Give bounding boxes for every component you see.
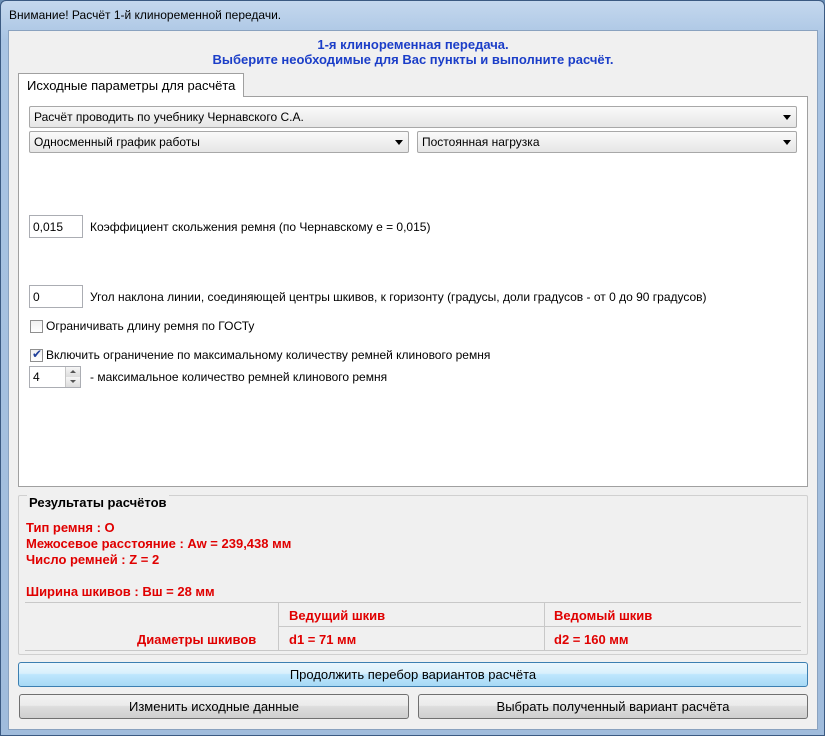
driving-diameter: d1 = 71 мм bbox=[289, 632, 357, 647]
table-mid-line bbox=[279, 626, 801, 627]
results-title: Результаты расчётов bbox=[27, 495, 169, 510]
col-driven-pulley: Ведомый шкив bbox=[554, 608, 653, 623]
chevron-down-icon bbox=[783, 115, 791, 120]
angle-input[interactable]: 0 bbox=[29, 285, 83, 308]
load-select-value: Постоянная нагрузка bbox=[422, 135, 540, 149]
max-belts-value[interactable]: 4 bbox=[33, 370, 40, 384]
chevron-down-icon bbox=[395, 140, 403, 145]
header-line-2: Выберите необходимые для Вас пункты и вы… bbox=[212, 52, 614, 67]
angle-label: Угол наклона линии, соединяющей центры ш… bbox=[90, 290, 707, 304]
center-distance: Межосевое расстояние : Aw = 239,438 мм bbox=[26, 536, 292, 551]
driven-diameter: d2 = 160 мм bbox=[554, 632, 629, 647]
spin-up-icon[interactable] bbox=[65, 367, 80, 377]
pulley-width: Ширина шкивов : Вш = 28 мм bbox=[26, 584, 215, 599]
max-belts-spinner[interactable]: 4 bbox=[29, 366, 81, 388]
belt-count: Число ремней : Z = 2 bbox=[26, 552, 160, 567]
change-input-button[interactable]: Изменить исходные данные bbox=[19, 694, 409, 719]
slip-coefficient-input[interactable]: 0,015 bbox=[29, 215, 83, 238]
textbook-select[interactable]: Расчёт проводить по учебнику Чернавского… bbox=[29, 106, 797, 128]
belt-type: Тип ремня : О bbox=[26, 520, 115, 535]
input-params-panel: Расчёт проводить по учебнику Чернавского… bbox=[18, 96, 808, 487]
row-pulley-diameters: Диаметры шкивов bbox=[137, 632, 257, 647]
textbook-select-value: Расчёт проводить по учебнику Чернавского… bbox=[34, 110, 304, 124]
col-driving-pulley: Ведущий шкив bbox=[289, 608, 386, 623]
gost-checkbox[interactable] bbox=[30, 320, 43, 333]
chevron-down-icon bbox=[783, 140, 791, 145]
table-bottom-line bbox=[25, 650, 801, 651]
spin-down-icon[interactable] bbox=[65, 377, 80, 387]
max-belts-checkbox-label[interactable]: Включить ограничение по максимальному ко… bbox=[46, 348, 490, 362]
continue-button[interactable]: Продолжить перебор вариантов расчёта bbox=[18, 662, 808, 687]
header-line-1: 1-я клиноременная передача. bbox=[317, 37, 509, 52]
window-title: Внимание! Расчёт 1-й клиноременной перед… bbox=[9, 8, 282, 22]
table-top-line bbox=[25, 602, 801, 603]
max-belts-checkbox[interactable]: ✔ bbox=[30, 347, 43, 362]
select-variant-button[interactable]: Выбрать полученный вариант расчёта bbox=[418, 694, 808, 719]
client-area: 1-я клиноременная передача. Выберите нео… bbox=[8, 30, 818, 730]
checkmark-icon: ✔ bbox=[32, 347, 43, 361]
tab-input-params[interactable]: Исходные параметры для расчёта bbox=[18, 73, 245, 97]
load-select[interactable]: Постоянная нагрузка bbox=[417, 131, 797, 153]
gost-checkbox-label[interactable]: Ограничивать длину ремня по ГОСТу bbox=[46, 319, 254, 333]
schedule-select-value: Односменный график работы bbox=[34, 135, 200, 149]
results-group: Результаты расчётов Тип ремня : О Межосе… bbox=[18, 495, 808, 655]
slip-coefficient-label: Коэффициент скольжения ремня (по Чернавс… bbox=[90, 220, 431, 234]
schedule-select[interactable]: Односменный график работы bbox=[29, 131, 409, 153]
max-belts-label: - максимальное количество ремней клиново… bbox=[90, 370, 388, 384]
main-window: Внимание! Расчёт 1-й клиноременной перед… bbox=[0, 0, 825, 736]
